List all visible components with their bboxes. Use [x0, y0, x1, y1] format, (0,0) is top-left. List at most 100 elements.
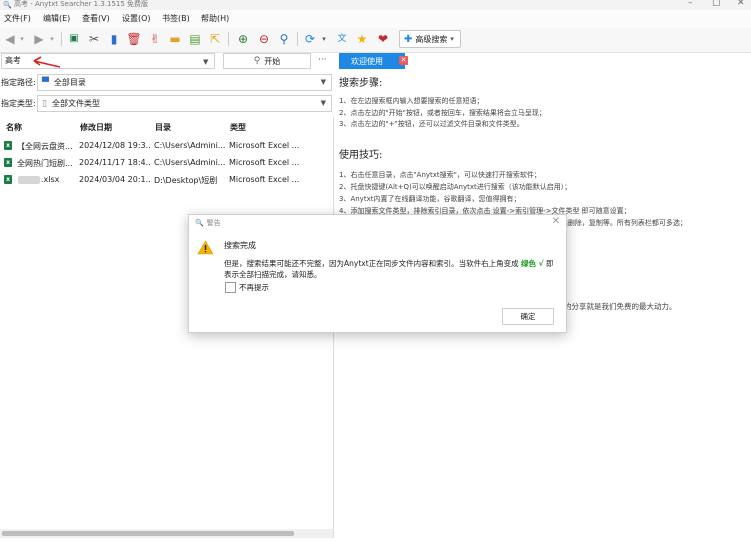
dialog-message: 但是，搜索结果可能还不完整，因为Anytxt正在同步文件内容和索引。当软件右上角… — [224, 258, 559, 280]
minimize-button[interactable]: – — [688, 0, 693, 8]
tip-line: 1、右击任意目录，点击"Anytxt搜索"，可以快速打开搜索软件； — [339, 171, 541, 179]
search-history-dropdown-icon[interactable]: ▼ — [203, 58, 208, 66]
steps-title: 搜索步骤: — [339, 78, 383, 89]
dialog-close-button[interactable]: ✕ — [552, 216, 560, 227]
horizontal-scrollbar[interactable] — [0, 529, 333, 538]
start-search-button[interactable]: ⚲ 开始 — [223, 53, 311, 69]
file-type: Microsoft Excel ... — [229, 158, 299, 167]
menu-settings[interactable]: 设置(O) — [122, 13, 151, 24]
menu-file[interactable]: 文件(F) — [4, 13, 31, 24]
menu-bar: 文件(F) 编辑(E) 查看(V) 设置(O) 书签(B) 帮助(H) — [0, 10, 751, 28]
column-header-type[interactable]: 类型 — [230, 122, 246, 133]
menu-bookmarks[interactable]: 书签(B) — [162, 13, 190, 24]
chevron-down-icon: ▼ — [320, 99, 326, 107]
toolbar-divider — [228, 32, 229, 46]
dialog-title-bar: 🔍 警告 — [195, 218, 221, 228]
file-dir: C:\Users\Admini... — [154, 141, 226, 150]
folder-icon[interactable]: ▬ — [167, 31, 183, 47]
toolbar: ◀ ▾ ▶ ▾ ▣ ✂ ▮ 🗑 ✌ ▬ ▤ ⇱ ⊕ ⊖ ⚲ ⟳ ▾ 文 ★ ❤ … — [0, 28, 751, 53]
advanced-search-button[interactable]: ✚ 高级搜索 ▾ — [399, 30, 461, 48]
menu-help[interactable]: 帮助(H) — [201, 13, 229, 24]
column-header-dir[interactable]: 目录 — [155, 122, 171, 133]
menu-edit[interactable]: 编辑(E) — [43, 13, 70, 24]
star-icon[interactable]: ★ — [354, 31, 370, 47]
dont-show-again-checkbox[interactable] — [225, 282, 236, 293]
dialog-title: 警告 — [206, 219, 221, 227]
title-bar: 🔍 高考 - Anytxt Searcher 1.3.1515 免费版 – ▢ … — [0, 0, 751, 10]
warning-icon — [197, 240, 214, 255]
translate-icon[interactable]: ✌ — [147, 31, 163, 47]
ok-button[interactable]: 确定 — [502, 308, 554, 325]
dialog-heading: 搜索完成 — [224, 241, 256, 250]
column-header-date[interactable]: 修改日期 — [80, 122, 112, 133]
search-icon[interactable]: ⚲ — [276, 31, 292, 47]
path-filter-select[interactable]: ▀ 全部目录 ▼ — [37, 74, 332, 91]
scrollbar-thumb[interactable] — [2, 531, 294, 536]
type-filter-select[interactable]: ▯ 全部文件类型 ▼ — [37, 95, 332, 112]
menu-view[interactable]: 查看(V) — [82, 13, 110, 24]
maximize-button[interactable]: ▢ — [712, 0, 721, 8]
copy-icon[interactable]: ▮ — [106, 31, 122, 47]
toolbar-divider — [61, 32, 62, 46]
delete-icon[interactable]: 🗑 — [126, 31, 142, 47]
type-filter-value: 全部文件类型 — [51, 99, 100, 108]
chevron-down-icon: ▼ — [320, 78, 326, 86]
tip-line: 3、Anytxt内置了在线翻译功能，谷歌翻译，您值得拥有； — [339, 195, 521, 203]
tips-title: 使用技巧: — [339, 150, 383, 161]
file-date: 2024/03/04 20:1... — [79, 175, 151, 184]
plus-icon: ✚ — [404, 33, 413, 45]
tip-line: 2、托盘快捷键(Alt+Q)可以唤醒启动Anytxt进行搜索（该功能默认启用）； — [339, 183, 572, 191]
tip-line-tail: 的分享就是我们免费的最大动力。 — [564, 302, 677, 311]
zoom-in-icon[interactable]: ⊕ — [235, 31, 251, 47]
start-label: 开始 — [264, 56, 281, 66]
close-icon[interactable]: ✕ — [399, 56, 408, 65]
scissors-icon[interactable]: ✂ — [86, 31, 102, 47]
red-arrow-annotation — [33, 56, 61, 68]
blurred-filename — [18, 176, 40, 184]
excel-file-icon: x — [4, 158, 12, 167]
excel-icon[interactable]: ▣ — [66, 31, 82, 47]
image-icon[interactable]: ▤ — [187, 31, 203, 47]
ok-label: 确定 — [520, 312, 536, 321]
window-title: 高考 - Anytxt Searcher 1.3.1515 免费版 — [14, 0, 149, 8]
file-name: .xlsx — [41, 175, 60, 184]
back-dropdown-icon[interactable]: ▾ — [14, 31, 30, 47]
file-name: 【全网云盘资... — [17, 142, 73, 151]
file-icon: ▯ — [42, 98, 47, 109]
forward-dropdown-icon[interactable]: ▾ — [44, 31, 60, 47]
close-window-button[interactable]: ✕ — [737, 0, 745, 8]
zoom-out-icon[interactable]: ⊖ — [256, 31, 272, 47]
file-name: 全网热门短剧... — [17, 159, 73, 168]
chevron-down-icon: ▾ — [450, 35, 454, 43]
type-filter-label: 指定类型: — [1, 99, 36, 108]
table-row[interactable]: x .xlsx 2024/03/04 20:1... D:\Desktop\短剧… — [0, 172, 333, 188]
search-icon: ⚲ — [253, 56, 261, 66]
toolbar-divider — [297, 32, 298, 46]
export-icon[interactable]: ⇱ — [207, 31, 223, 47]
computer-icon: ▀ — [42, 77, 49, 88]
refresh-dropdown-icon[interactable]: ▾ — [316, 31, 332, 47]
dialog-message-highlight: 绿色 √ — [521, 259, 544, 268]
excel-file-icon: x — [4, 141, 12, 150]
app-logo-icon: 🔍 — [3, 1, 12, 9]
file-type: Microsoft Excel ... — [229, 175, 299, 184]
file-date: 2024/11/17 18:4... — [79, 158, 151, 167]
table-row[interactable]: x 【全网云盘资... 2024/12/08 19:3... C:\Users\… — [0, 138, 333, 154]
path-filter-value: 全部目录 — [53, 78, 86, 87]
tab-welcome-label: 欢迎使用 — [351, 56, 383, 66]
more-options-button[interactable]: ··· — [318, 55, 327, 65]
translate-text-icon[interactable]: 文 — [334, 31, 350, 47]
excel-file-icon: x — [4, 175, 12, 184]
heart-icon[interactable]: ❤ — [375, 31, 391, 47]
app-logo-icon: 🔍 — [195, 219, 204, 227]
tab-welcome[interactable]: 欢迎使用 ✕ — [339, 53, 408, 69]
step-line: 2、点击左边的"开始"按钮，或者按回车，搜索结果将会立马呈现； — [339, 109, 546, 117]
column-header-name[interactable]: 名称 — [6, 122, 22, 133]
dialog-message-part: 但是，搜索结果可能还不完整，因为Anytxt正在同步文件内容和索引。当软件右上角… — [224, 259, 519, 268]
advanced-search-label: 高级搜索 — [415, 34, 448, 44]
table-row[interactable]: x 全网热门短剧... 2024/11/17 18:4... C:\Users\… — [0, 155, 333, 171]
warning-dialog: 🔍 警告 ✕ 搜索完成 但是，搜索结果可能还不完整，因为Anytxt正在同步文件… — [188, 214, 567, 333]
step-line: 3、点击左边的"+"按钮，还可以过滤文件目录和文件类型。 — [339, 120, 524, 128]
file-date: 2024/12/08 19:3... — [79, 141, 151, 150]
dont-show-again-label[interactable]: 不再提示 — [239, 282, 269, 293]
